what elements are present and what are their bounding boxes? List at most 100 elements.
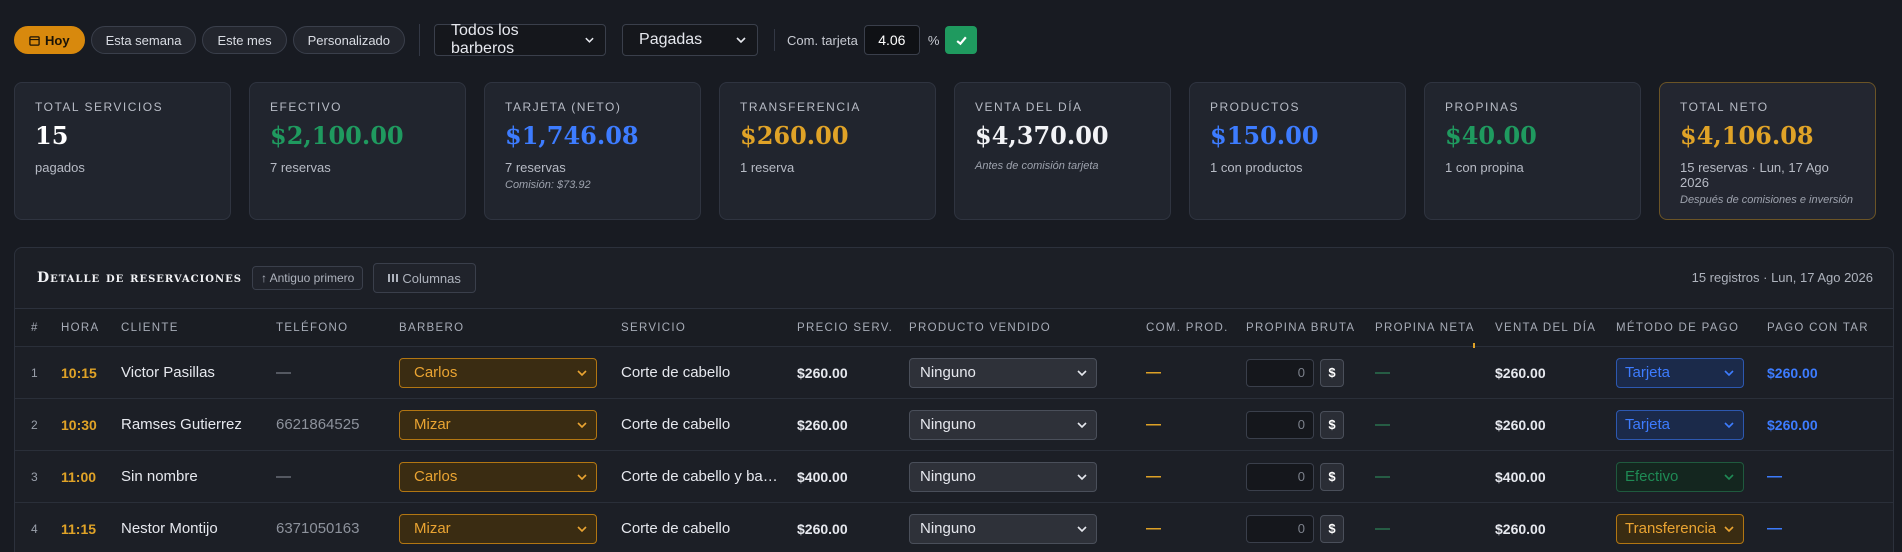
filter-today-button[interactable]: Hoy <box>14 26 85 54</box>
status-select[interactable]: Pagadas <box>622 24 759 56</box>
row-barber-cell: Mizar <box>399 398 621 451</box>
tip-currency-button[interactable]: $ <box>1320 358 1344 387</box>
column-header[interactable]: Teléfono <box>276 308 399 347</box>
payment-method-select[interactable]: Transferencia <box>1616 513 1744 544</box>
tip-input[interactable]: 0 <box>1246 514 1314 543</box>
product-select[interactable]: Ninguno <box>909 357 1097 388</box>
payment-method-select[interactable]: Tarjeta <box>1616 357 1744 388</box>
sort-order-button[interactable]: ↑ Antiguo primero <box>251 266 364 290</box>
column-header[interactable]: Precio serv. <box>797 308 909 347</box>
card-title: Total neto <box>1680 100 1769 114</box>
row-number: 1 <box>15 346 61 399</box>
table-row[interactable]: 1 10:15 Victor Pasillas — Carlos Corte de cab… <box>15 346 1893 399</box>
chevron-down-icon <box>1724 369 1734 376</box>
chevron-down-icon <box>736 37 746 44</box>
product-select[interactable]: Ninguno <box>909 513 1097 544</box>
column-header[interactable]: Propina neta <box>1375 308 1495 347</box>
filter-week-button[interactable]: Esta semana <box>90 26 197 54</box>
row-service: Corte de cabello y ba… <box>621 450 797 503</box>
row-product-cell: Ninguno <box>909 450 1146 503</box>
column-header[interactable]: Método de pago <box>1616 308 1767 347</box>
column-header[interactable]: Propina bruta <box>1246 308 1375 347</box>
percent-label: % <box>927 32 940 48</box>
row-product-commission: — <box>1146 346 1246 399</box>
summary-card: Venta del día $4,370.00 Antes de comisión … <box>954 82 1171 220</box>
barber-select[interactable]: Carlos <box>399 461 597 492</box>
row-time: 11:00 <box>61 450 121 503</box>
filter-custom-button[interactable]: Personalizado <box>292 26 406 54</box>
chevron-down-icon <box>1724 473 1734 480</box>
barber-select[interactable]: Mizar <box>399 409 597 440</box>
filter-month-button[interactable]: Este mes <box>202 26 287 54</box>
row-phone: — <box>276 450 399 503</box>
row-tip-cell: 0 $ <box>1246 398 1375 451</box>
product-select[interactable]: Ninguno <box>909 409 1097 440</box>
column-header[interactable]: Barbero <box>399 308 621 347</box>
row-service: Corte de cabello <box>621 502 797 552</box>
reservations-table: # Hora Cliente Teléfono Barbero Servicio Preci… <box>15 308 1893 552</box>
row-time: 10:15 <box>61 346 121 399</box>
table-row[interactable]: 2 10:30 Ramses Gutierrez 6621864525 Mizar Cor… <box>15 398 1893 451</box>
product-value: Ninguno <box>920 520 976 538</box>
column-header[interactable]: Com. prod. <box>1146 308 1246 347</box>
column-header[interactable]: Hora <box>61 308 121 347</box>
tip-currency-button[interactable]: $ <box>1320 462 1344 491</box>
filter-today-label: Hoy <box>45 32 70 48</box>
card-subtitle: 1 con propina <box>1445 160 1524 175</box>
barber-select[interactable]: Mizar <box>399 513 597 544</box>
table-row[interactable]: 3 11:00 Sin nombre — Carlos Corte de cabello … <box>15 450 1893 503</box>
barber-select[interactable]: Todos los barberos <box>434 22 607 57</box>
barber-select-value: Todos los barberos <box>451 22 519 57</box>
tip-input[interactable]: 0 <box>1246 358 1314 387</box>
column-header[interactable]: # <box>15 308 61 347</box>
column-header[interactable]: Pago con tar <box>1767 308 1893 347</box>
column-header[interactable]: Servicio <box>621 308 797 347</box>
payment-method-select[interactable]: Tarjeta <box>1616 409 1744 440</box>
column-header[interactable]: Producto vendido <box>909 308 1146 347</box>
apply-commission-button[interactable] <box>945 26 978 54</box>
chevron-down-icon <box>577 369 587 376</box>
row-barber-cell: Carlos <box>399 450 621 503</box>
column-header[interactable]: Venta del día <box>1495 308 1616 347</box>
row-client: Sin nombre <box>121 450 276 503</box>
row-day-sale: $260.00 <box>1495 346 1616 399</box>
card-value: $4,106.08 <box>1680 121 1814 150</box>
table-row[interactable]: 4 11:15 Nestor Montijo 6371050163 Mizar Corte… <box>15 502 1893 552</box>
row-product-commission: — <box>1146 450 1246 503</box>
product-select[interactable]: Ninguno <box>909 461 1097 492</box>
tip-input[interactable]: 0 <box>1246 410 1314 439</box>
card-value: $260.00 <box>740 121 849 150</box>
tip-currency-button[interactable]: $ <box>1320 410 1344 439</box>
product-value: Ninguno <box>920 364 976 381</box>
tip-currency-button[interactable]: $ <box>1320 514 1344 543</box>
barber-select[interactable]: Carlos <box>399 357 597 388</box>
row-payment-cell: Tarjeta <box>1616 346 1767 399</box>
row-card-payment: — <box>1767 502 1893 552</box>
summary-cards: Total servicios 15 pagados Efectivo $2,100.0… <box>14 82 1876 220</box>
row-product-cell: Ninguno <box>909 346 1146 399</box>
product-value: Ninguno <box>920 416 976 433</box>
columns-button[interactable]: Columnas <box>373 263 476 293</box>
row-service: Corte de cabello <box>621 346 797 399</box>
row-service: Corte de cabello <box>621 398 797 451</box>
summary-card: Productos $150.00 1 con productos <box>1189 82 1406 220</box>
row-client: Victor Pasillas <box>121 346 276 399</box>
card-title: Venta del día <box>975 100 1083 114</box>
reservations-panel: Detalle de reservaciones ↑ Antiguo prime… <box>14 247 1894 552</box>
row-time: 11:15 <box>61 502 121 552</box>
payment-method-value: Tarjeta <box>1625 416 1671 433</box>
summary-card: Total servicios 15 pagados <box>14 82 231 220</box>
tip-input[interactable]: 0 <box>1246 462 1314 491</box>
payment-method-select[interactable]: Efectivo <box>1616 461 1744 492</box>
commission-input[interactable]: 4.06 <box>863 25 920 55</box>
status-select-value: Pagadas <box>639 31 703 48</box>
chevron-down-icon <box>1077 421 1087 428</box>
chevron-down-icon <box>1724 526 1734 532</box>
row-price: $260.00 <box>797 502 909 552</box>
columns-icon <box>388 274 399 282</box>
card-value: $2,100.00 <box>270 121 404 150</box>
chevron-down-icon <box>1077 369 1087 376</box>
card-subtitle: 15 reservas · Lun, 17 Ago 2026 <box>1680 160 1829 190</box>
column-header[interactable]: Cliente <box>121 308 276 347</box>
row-card-payment: $260.00 <box>1767 398 1893 451</box>
